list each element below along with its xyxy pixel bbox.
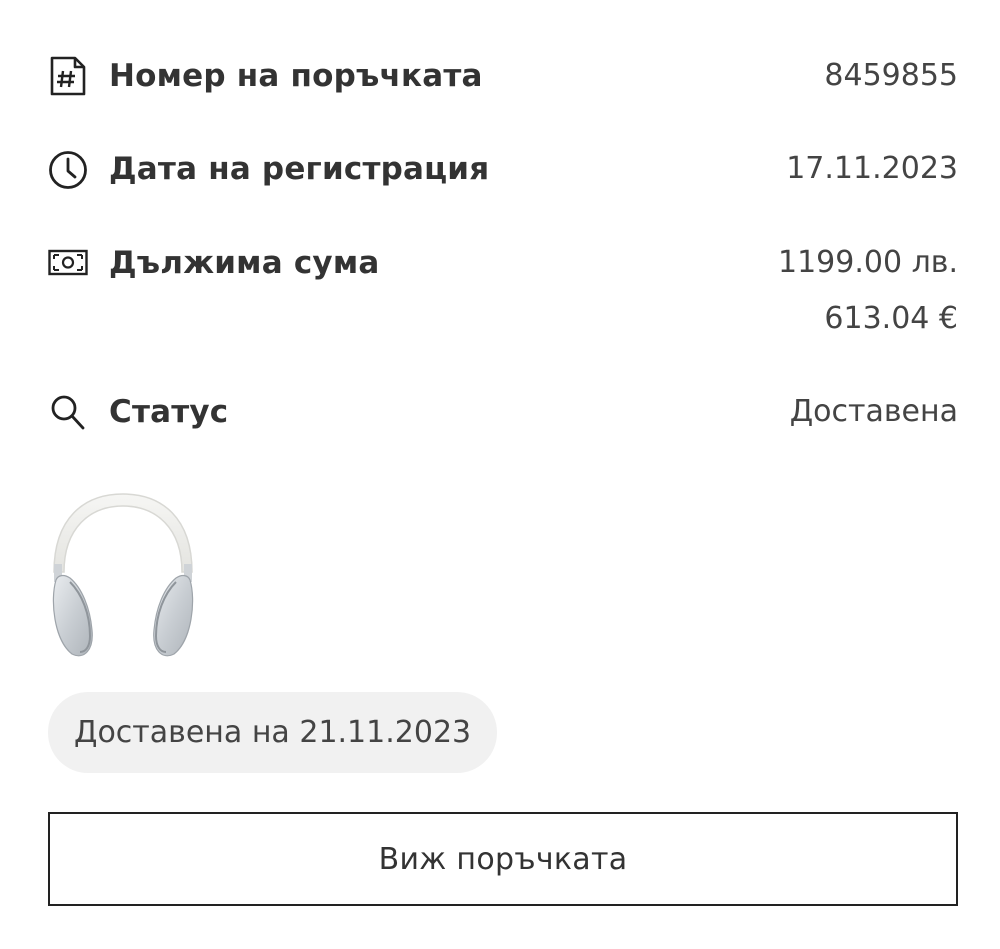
delivered-date-text: Доставена на 21.11.2023 [74,715,472,750]
order-number-row: Номер на поръчката 8459855 [48,52,958,96]
registration-date-value: 17.11.2023 [786,151,958,186]
clock-icon [48,149,88,189]
view-order-button[interactable]: Виж поръчката [48,812,958,906]
order-number-value: 8459855 [824,58,958,93]
amount-due-eur-value: 613.04 € [824,301,958,336]
magnifier-icon [48,392,88,432]
status-row: Статус Доставена [48,388,958,432]
registration-date-label: Дата на регистрация [109,151,490,187]
amount-due-label: Дължима сума [109,245,380,281]
document-hash-icon [48,56,88,96]
view-order-button-label: Виж поръчката [378,841,628,877]
status-value: Доставена [789,394,958,429]
status-label: Статус [109,394,229,430]
amount-due-bgn-value: 1199.00 лв. [778,245,958,280]
banknote-icon [48,243,88,283]
amount-due-row: Дължима сума 1199.00 лв. 613.04 € [48,239,958,343]
headphones-image[interactable] [48,490,198,658]
registration-date-row: Дата на регистрация 17.11.2023 [48,145,958,189]
delivered-date-badge: Доставена на 21.11.2023 [48,692,498,773]
order-number-label: Номер на поръчката [109,58,483,94]
